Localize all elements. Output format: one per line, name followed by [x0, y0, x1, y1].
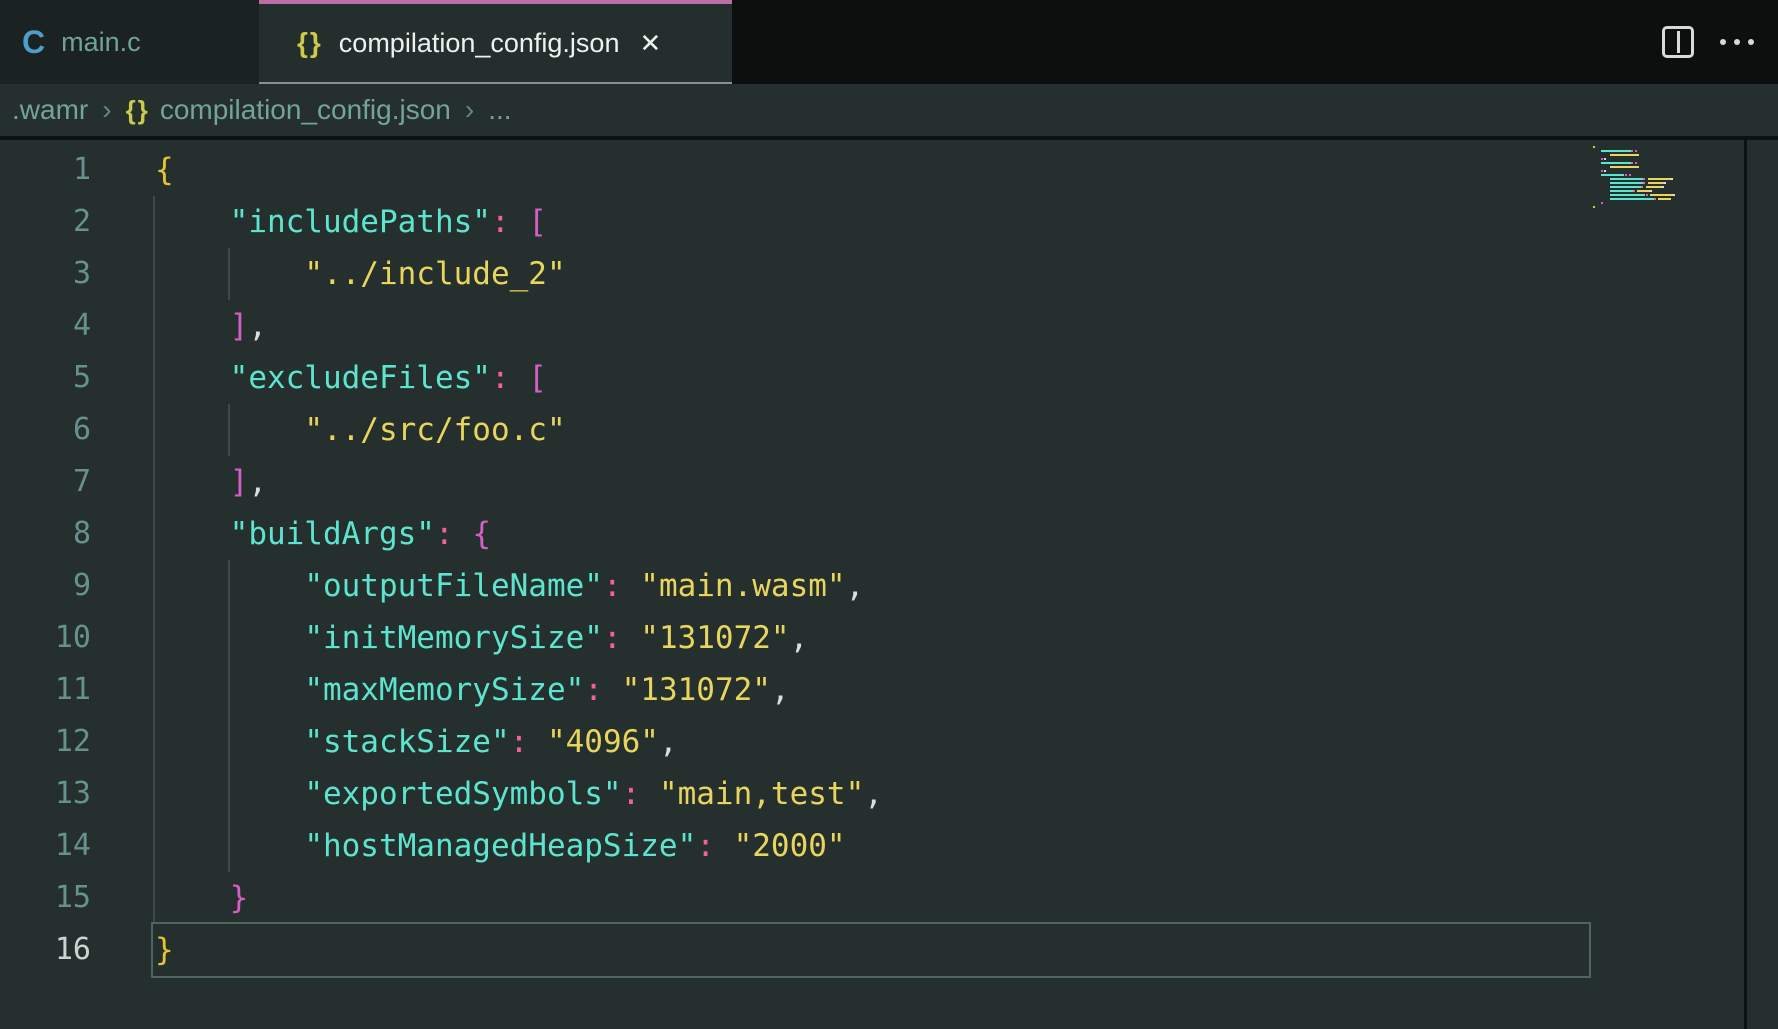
code-line[interactable]: { — [155, 144, 1778, 196]
minimap-line — [1593, 170, 1745, 172]
minimap-line — [1593, 182, 1745, 184]
minimap-line — [1593, 194, 1745, 196]
indent-guide — [153, 560, 155, 612]
indent-guide — [153, 508, 155, 560]
minimap-line — [1593, 202, 1745, 204]
tab-compilation-config-json[interactable]: {} compilation_config.json ✕ — [259, 0, 732, 84]
line-number: 7 — [0, 456, 155, 508]
code-line[interactable]: "../src/foo.c" — [155, 404, 1778, 456]
code-line[interactable]: ], — [155, 456, 1778, 508]
code-line[interactable]: "stackSize": "4096", — [155, 716, 1778, 768]
breadcrumb-label: .wamr — [12, 94, 88, 126]
indent-guide — [153, 612, 155, 664]
breadcrumb-item[interactable]: ... — [488, 94, 511, 126]
minimap-line — [1593, 158, 1745, 160]
minimap-line — [1593, 174, 1745, 176]
code-line[interactable]: "exportedSymbols": "main,test", — [155, 768, 1778, 820]
line-number: 12 — [0, 716, 155, 768]
code-line[interactable]: "../include_2" — [155, 248, 1778, 300]
close-tab-icon[interactable]: ✕ — [639, 28, 661, 59]
json-file-icon: {} — [126, 95, 150, 126]
line-number: 11 — [0, 664, 155, 716]
split-editor-icon[interactable] — [1662, 26, 1694, 58]
indent-guide — [153, 768, 155, 820]
breadcrumb-item[interactable]: .wamr — [12, 94, 88, 126]
indent-guide — [228, 612, 230, 664]
minimap-line — [1593, 166, 1745, 168]
json-file-icon: {} — [297, 27, 323, 59]
line-number: 4 — [0, 300, 155, 352]
chevron-right-icon: › — [102, 94, 111, 126]
tab-bar: C main.c {} compilation_config.json ✕ — [0, 0, 1778, 84]
minimap-line — [1593, 186, 1745, 188]
code-line[interactable]: "outputFileName": "main.wasm", — [155, 560, 1778, 612]
line-number-gutter: 12345678910111213141516 — [0, 144, 155, 976]
minimap-line — [1593, 190, 1745, 192]
line-number: 2 — [0, 196, 155, 248]
breadcrumb-item[interactable]: {} compilation_config.json — [126, 94, 451, 126]
indent-guide — [153, 196, 155, 248]
c-file-icon: C — [22, 24, 45, 61]
code-line[interactable]: } — [155, 872, 1778, 924]
chevron-right-icon: › — [465, 94, 474, 126]
editor-right-divider — [1744, 140, 1747, 1029]
code-content: { "includePaths": [ "../include_2" ], "e… — [155, 144, 1778, 976]
code-line[interactable]: "includePaths": [ — [155, 196, 1778, 248]
line-number: 13 — [0, 768, 155, 820]
indent-guide — [153, 300, 155, 352]
editor-actions — [1662, 0, 1754, 84]
line-number: 16 — [0, 924, 155, 976]
indent-guide — [228, 768, 230, 820]
tab-label: compilation_config.json — [339, 28, 620, 59]
minimap-line — [1593, 150, 1745, 152]
code-line[interactable]: "initMemorySize": "131072", — [155, 612, 1778, 664]
line-number: 10 — [0, 612, 155, 664]
indent-guide — [228, 716, 230, 768]
minimap-line — [1593, 178, 1745, 180]
code-editor[interactable]: 12345678910111213141516 { "includePaths"… — [0, 140, 1778, 1029]
indent-guide — [153, 248, 155, 300]
indent-guide — [228, 248, 230, 300]
code-line[interactable]: "buildArgs": { — [155, 508, 1778, 560]
line-number: 9 — [0, 560, 155, 612]
line-number: 8 — [0, 508, 155, 560]
line-number: 14 — [0, 820, 155, 872]
code-line[interactable]: } — [155, 924, 1778, 976]
more-actions-icon[interactable] — [1720, 39, 1754, 45]
breadcrumb-label: compilation_config.json — [160, 94, 451, 126]
indent-guide — [153, 716, 155, 768]
tab-label: main.c — [61, 27, 141, 58]
indent-guide — [153, 820, 155, 872]
code-line[interactable]: ], — [155, 300, 1778, 352]
breadcrumb: .wamr › {} compilation_config.json ›... — [0, 84, 1778, 136]
line-number: 5 — [0, 352, 155, 404]
indent-guide — [153, 664, 155, 716]
indent-guide — [153, 352, 155, 404]
code-line[interactable]: "maxMemorySize": "131072", — [155, 664, 1778, 716]
line-number: 1 — [0, 144, 155, 196]
minimap-line — [1593, 206, 1745, 208]
indent-guide — [153, 456, 155, 508]
indent-guide — [228, 820, 230, 872]
minimap-line — [1593, 154, 1745, 156]
code-line[interactable]: "hostManagedHeapSize": "2000" — [155, 820, 1778, 872]
indent-guide — [153, 872, 155, 924]
minimap-line — [1593, 198, 1745, 200]
indent-guide — [228, 560, 230, 612]
minimap[interactable] — [1593, 146, 1745, 210]
indent-guide — [153, 404, 155, 456]
line-number: 6 — [0, 404, 155, 456]
minimap-line — [1593, 146, 1745, 148]
line-number: 15 — [0, 872, 155, 924]
tab-main-c[interactable]: C main.c — [0, 0, 259, 84]
code-line[interactable]: "excludeFiles": [ — [155, 352, 1778, 404]
line-number: 3 — [0, 248, 155, 300]
indent-guide — [228, 664, 230, 716]
minimap-line — [1593, 162, 1745, 164]
breadcrumb-label: ... — [488, 94, 511, 126]
indent-guide — [228, 404, 230, 456]
